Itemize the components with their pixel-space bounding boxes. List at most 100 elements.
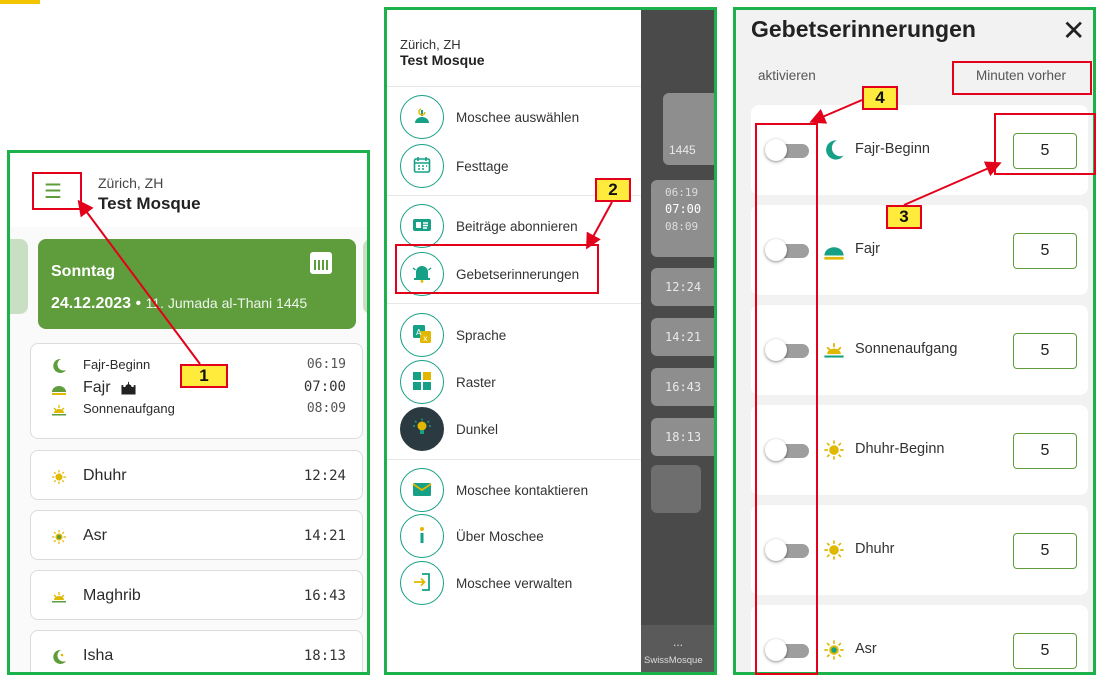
background-time: 06:19 [665, 186, 699, 199]
prayer-time: 12:24 [303, 468, 346, 484]
sunset-icon [52, 592, 66, 603]
background-card [651, 465, 701, 513]
sunrise-icon [824, 343, 844, 358]
prayer-card-isha[interactable]: Isha 18:13 [30, 630, 363, 672]
mosque-select-icon [415, 108, 429, 123]
hamburger-icon[interactable]: ☰ [44, 179, 62, 204]
minutes-input[interactable]: 5 [1013, 233, 1077, 269]
drawer-mosque: Test Mosque [400, 52, 485, 68]
menu-label: Sprache [456, 328, 507, 343]
minutes-input[interactable]: 5 [1013, 333, 1077, 369]
prayer-name: Dhuhr [83, 467, 127, 484]
reminder-toggle[interactable] [765, 239, 809, 261]
reminder-toggle[interactable] [765, 139, 809, 161]
prayer-times-screen: ☰ Zürich, ZH Test Mosque Sonntag 24.12.2… [7, 150, 370, 675]
prayer-name: Isha [83, 647, 114, 664]
background-time: 08:09 [665, 220, 699, 233]
prayer-row: Isha 18:13 [31, 647, 362, 667]
prayer-name: Asr [83, 527, 107, 544]
close-icon[interactable]: ✕ [1062, 14, 1085, 47]
navigation-drawer-screen: 1445 06:19 07:00 08:09 12:24 14:21 16:43… [384, 7, 717, 675]
mosque-icon [121, 381, 136, 395]
prayer-card-maghrib[interactable]: Maghrib 16:43 [30, 570, 363, 620]
divider [387, 459, 641, 460]
date-line: 24.12.2023 • 11. Jumada al-Thani 1445 [51, 295, 308, 312]
reminder-label: Dhuhr-Beginn [855, 441, 945, 457]
hijri-date: 11. Jumada al-Thani 1445 [145, 295, 308, 311]
menu-item-moschee-kontaktieren[interactable]: Moschee kontaktieren [400, 468, 640, 512]
prayer-name: Fajr [83, 379, 111, 396]
svg-text:A: A [416, 328, 422, 337]
reminder-toggle[interactable] [765, 639, 809, 661]
prayer-time: 16:43 [303, 588, 346, 604]
column-header-minutes: Minuten vorher [976, 68, 1067, 83]
crescent-icon [826, 140, 844, 160]
prayer-card-dhuhr[interactable]: Dhuhr 12:24 [30, 450, 363, 500]
menu-item-beitraege-abonnieren[interactable]: Beiträge abonnieren [400, 204, 640, 248]
menu-item-moschee-auswaehlen[interactable]: Moschee auswählen [400, 95, 640, 139]
background-times-group: 06:19 07:00 08:09 [651, 180, 714, 257]
minutes-input[interactable]: 5 [1013, 533, 1077, 569]
header-mosque: Test Mosque [98, 194, 201, 213]
login-icon [414, 573, 430, 591]
menu-label: Dunkel [456, 422, 499, 437]
prayer-time: 18:13 [303, 648, 346, 664]
mail-icon [412, 483, 432, 496]
dawn-icon [52, 386, 66, 395]
minutes-input[interactable]: 5 [1013, 433, 1077, 469]
background-time-card: 14:21 [651, 318, 714, 356]
prayer-time: 14:21 [303, 528, 346, 544]
menu-item-gebetserinnerungen[interactable]: Gebetserinnerungen [400, 252, 640, 296]
background-time-card: 12:24 [651, 268, 714, 306]
prayer-name: Fajr-Beginn [83, 357, 151, 372]
header-city: Zürich, ZH [98, 175, 164, 191]
menu-label: Raster [456, 375, 496, 390]
background-time-card: 16:43 [651, 368, 714, 406]
background-footer: ... SwissMosque [641, 625, 714, 672]
menu-label: Moschee auswählen [456, 110, 580, 125]
prayer-time: 08:09 [306, 401, 346, 416]
reminder-row-dhuhr: Dhuhr 5 [751, 505, 1088, 595]
prayer-time: 07:00 [303, 379, 346, 395]
day-name: Sonntag [51, 263, 115, 280]
next-day-card[interactable] [363, 239, 367, 314]
reminder-toggle[interactable] [765, 539, 809, 561]
dimmed-background[interactable]: 1445 06:19 07:00 08:09 12:24 14:21 16:43… [641, 10, 714, 672]
menu-item-ueber-moschee[interactable]: Über Moschee [400, 514, 640, 558]
prayer-card-asr[interactable]: Asr 14:21 [30, 510, 363, 560]
reminder-toggle[interactable] [765, 439, 809, 461]
sun-icon [824, 540, 844, 560]
menu-label: Über Moschee [456, 529, 544, 544]
sun-icon [52, 530, 66, 544]
prayer-row: Maghrib 16:43 [31, 587, 362, 607]
minutes-input[interactable]: 5 [1013, 633, 1077, 669]
reminder-row-asr: Asr 5 [751, 605, 1088, 672]
prayer-name: Sonnenaufgang [83, 401, 175, 416]
background-time-card: 18:13 [651, 418, 714, 456]
prayer-reminders-screen: Gebetserinnerungen ✕ aktivieren Minuten … [733, 7, 1096, 675]
subscribe-icon [413, 219, 431, 231]
reminder-label: Dhuhr [855, 541, 895, 557]
sun-icon [824, 640, 844, 660]
menu-label: Moschee verwalten [456, 576, 573, 591]
previous-day-card[interactable] [10, 239, 28, 314]
gregorian-date: 24.12.2023 [51, 295, 132, 312]
calendar-icon[interactable] [310, 252, 332, 274]
column-header-activate: aktivieren [758, 68, 816, 83]
calendar-icon [413, 157, 431, 173]
background-day-card: 1445 [663, 93, 714, 165]
svg-text:x: x [423, 334, 428, 343]
menu-item-raster[interactable]: Raster [400, 360, 640, 404]
menu-item-dunkel[interactable]: Dunkel [400, 407, 640, 451]
menu-item-moschee-verwalten[interactable]: Moschee verwalten [400, 561, 640, 605]
language-icon: Ax [413, 325, 431, 343]
minutes-input[interactable]: 5 [1013, 133, 1077, 169]
reminder-toggle[interactable] [765, 339, 809, 361]
info-icon [420, 527, 424, 543]
fajr-group-card[interactable]: Fajr-Beginn 06:19 Fajr 07:00 Sonnenaufga… [30, 343, 363, 439]
day-card[interactable]: Sonntag 24.12.2023 • 11. Jumada al-Thani… [38, 239, 356, 329]
crescent-icon [53, 358, 66, 373]
prayer-time: 06:19 [306, 357, 346, 372]
menu-item-sprache[interactable]: Ax Sprache [400, 313, 640, 357]
more-icon: ... [673, 635, 684, 649]
